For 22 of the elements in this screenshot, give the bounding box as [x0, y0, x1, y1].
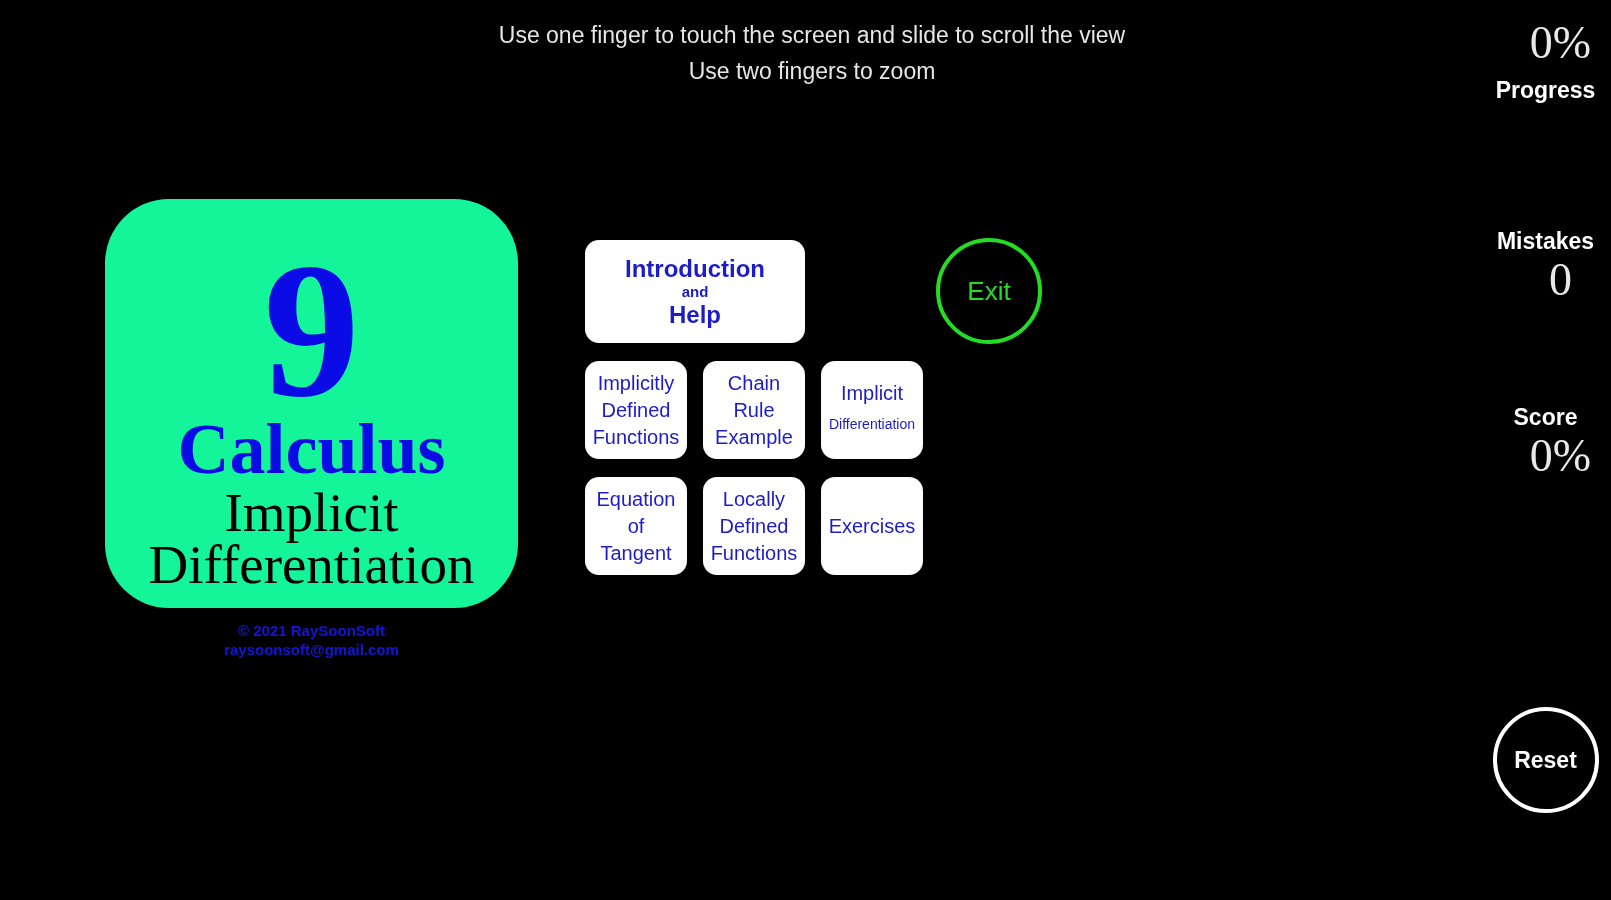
stat-value: 0	[1548, 255, 1572, 305]
menu-button[interactable]: Exercises	[821, 477, 923, 575]
stat-label: Mistakes	[1496, 227, 1595, 255]
stat-label: Score	[1513, 403, 1578, 431]
stat-value: 0%	[1528, 431, 1592, 481]
subject-title: Calculus	[177, 411, 446, 487]
menu-button[interactable]: Locally Defined Functions	[703, 477, 805, 575]
menu-button[interactable]: Implicit Differentiation	[821, 361, 923, 459]
email-text: raysoonsoft@gmail.com	[224, 640, 399, 659]
exit-button[interactable]: Exit	[936, 238, 1042, 344]
chapter-number: 9	[263, 251, 360, 411]
menu-button[interactable]: Introduction and Help	[585, 240, 805, 343]
copyright-text: © 2021 RaySoonSoft	[238, 621, 385, 640]
stat-label: Progress	[1495, 76, 1596, 104]
reset-button[interactable]: Reset	[1492, 707, 1599, 813]
menu-button[interactable]: Implicitly Defined Functions	[585, 361, 687, 459]
topic-title: Implicit Differentiation	[148, 487, 475, 591]
menu-button[interactable]: Chain Rule Example	[703, 361, 805, 459]
stat-value: 0%	[1528, 18, 1592, 68]
menu-button[interactable]: Equation of Tangent	[585, 477, 687, 575]
instruction-text: Use one finger to touch the screen and slide to scroll the view	[498, 21, 1126, 50]
instruction-text: Use two fingers to zoom	[688, 57, 936, 86]
